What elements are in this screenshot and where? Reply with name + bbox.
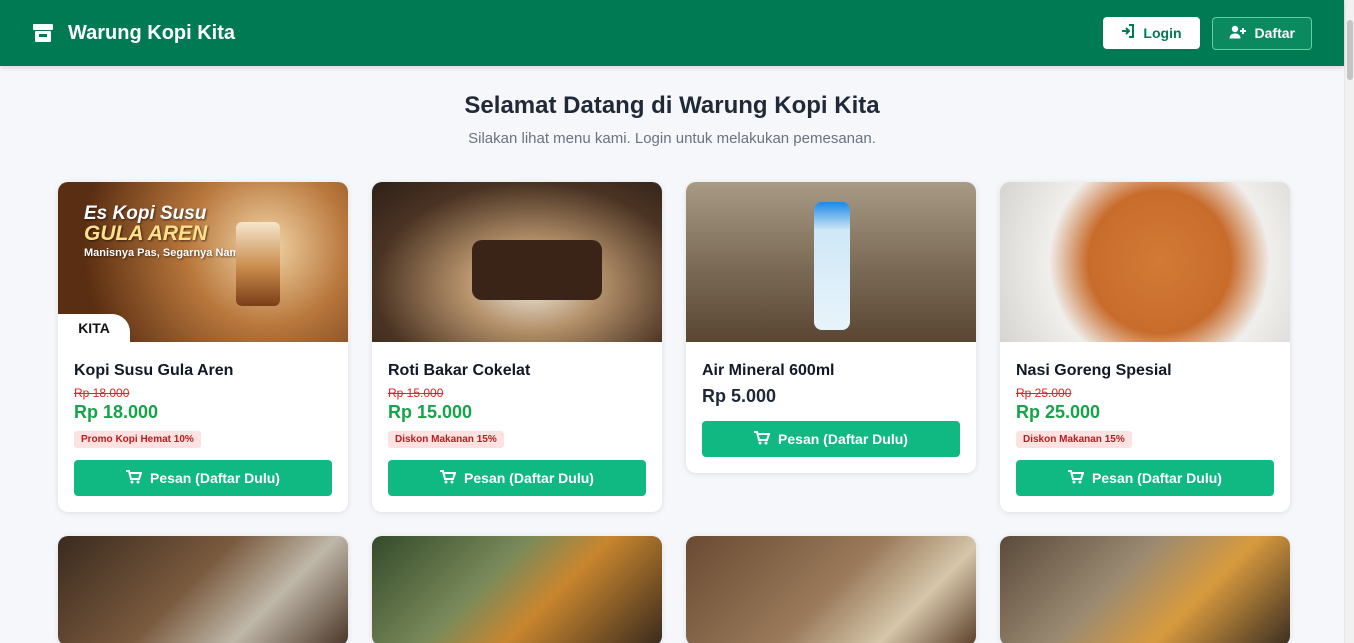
menu-image — [686, 536, 976, 643]
menu-name: Roti Bakar Cokelat — [388, 362, 531, 379]
scrollbar-thumb[interactable] — [1347, 20, 1353, 80]
order-button[interactable]: Pesan (Daftar Dulu) — [702, 421, 960, 457]
menu-image — [1000, 182, 1290, 342]
price: Rp 25.000 — [1016, 402, 1101, 422]
menu-image — [372, 536, 662, 643]
menu-image — [372, 182, 662, 342]
login-button[interactable]: Login — [1103, 16, 1200, 49]
menu-card — [372, 536, 662, 643]
menu-image — [686, 182, 976, 342]
brand[interactable]: Warung Kopi Kita — [32, 22, 235, 45]
sign-in-icon — [1121, 24, 1135, 41]
old-price: Rp 25.000 — [1016, 386, 1072, 400]
price: Rp 5.000 — [702, 386, 777, 406]
order-button[interactable]: Pesan (Daftar Dulu) — [74, 460, 332, 496]
promo-line2: GULA AREN — [84, 222, 208, 245]
toast-graphic — [472, 240, 602, 300]
user-plus-icon — [1229, 25, 1247, 42]
menu-grid: Es Kopi Susu GULA AREN Manisnya Pas, Seg… — [58, 182, 1290, 643]
page-scrollbar[interactable] — [1344, 0, 1354, 643]
top-navbar: Warung Kopi Kita Login Daftar — [0, 0, 1344, 66]
cart-icon — [754, 430, 771, 448]
promo-line1: Es Kopi Susu — [84, 203, 207, 224]
order-label: Pesan (Daftar Dulu) — [464, 470, 594, 486]
order-label: Pesan (Daftar Dulu) — [778, 431, 908, 447]
menu-image: Es Kopi Susu GULA AREN Manisnya Pas, Seg… — [58, 182, 348, 342]
menu-card: Es Kopi Susu GULA AREN Manisnya Pas, Seg… — [58, 182, 348, 512]
brand-logo: KITA — [58, 314, 130, 342]
brand-name: Warung Kopi Kita — [68, 21, 236, 44]
cart-icon — [126, 469, 143, 487]
menu-card: Nasi Goreng Spesial Rp 25.000 Rp 25.000 … — [1000, 182, 1290, 512]
menu-image — [58, 536, 348, 643]
order-label: Pesan (Daftar Dulu) — [1092, 470, 1222, 486]
old-price: Rp 15.000 — [388, 386, 444, 400]
cart-icon — [440, 469, 457, 487]
order-button[interactable]: Pesan (Daftar Dulu) — [388, 460, 646, 496]
menu-card: Roti Bakar Cokelat Rp 15.000 Rp 15.000 D… — [372, 182, 662, 512]
promo-overlay: Es Kopi Susu GULA AREN Manisnya Pas, Seg… — [84, 204, 259, 259]
price: Rp 15.000 — [388, 402, 473, 422]
menu-card — [58, 536, 348, 643]
menu-image — [1000, 536, 1290, 643]
promo-badge: Diskon Makanan 15% — [1016, 431, 1132, 448]
price: Rp 18.000 — [74, 402, 159, 422]
page-subtitle: Silakan lihat menu kami. Login untuk mel… — [468, 130, 876, 147]
promo-badge: Diskon Makanan 15% — [388, 431, 504, 448]
order-label: Pesan (Daftar Dulu) — [150, 470, 280, 486]
menu-name: Nasi Goreng Spesial — [1016, 362, 1172, 379]
menu-card: Air Mineral 600ml Rp 5.000 Pesan (Daftar… — [686, 182, 976, 473]
page-title: Selamat Datang di Warung Kopi Kita — [464, 92, 880, 119]
promo-line3: Manisnya Pas, Segarnya Nampol! — [84, 247, 260, 259]
menu-card — [1000, 536, 1290, 643]
old-price: Rp 18.000 — [74, 386, 130, 400]
cart-icon — [1068, 469, 1085, 487]
promo-badge: Promo Kopi Hemat 10% — [74, 431, 201, 448]
daftar-button[interactable]: Daftar — [1211, 16, 1312, 50]
menu-card — [686, 536, 976, 643]
order-button[interactable]: Pesan (Daftar Dulu) — [1016, 460, 1274, 496]
hero: Selamat Datang di Warung Kopi Kita Silak… — [0, 92, 1344, 147]
menu-name: Kopi Susu Gula Aren — [74, 362, 234, 379]
daftar-label: Daftar — [1254, 25, 1295, 41]
login-label: Login — [1143, 24, 1182, 41]
menu-name: Air Mineral 600ml — [702, 362, 835, 379]
glass-graphic — [236, 222, 280, 306]
bottle-graphic — [814, 202, 850, 330]
store-icon — [32, 23, 54, 43]
